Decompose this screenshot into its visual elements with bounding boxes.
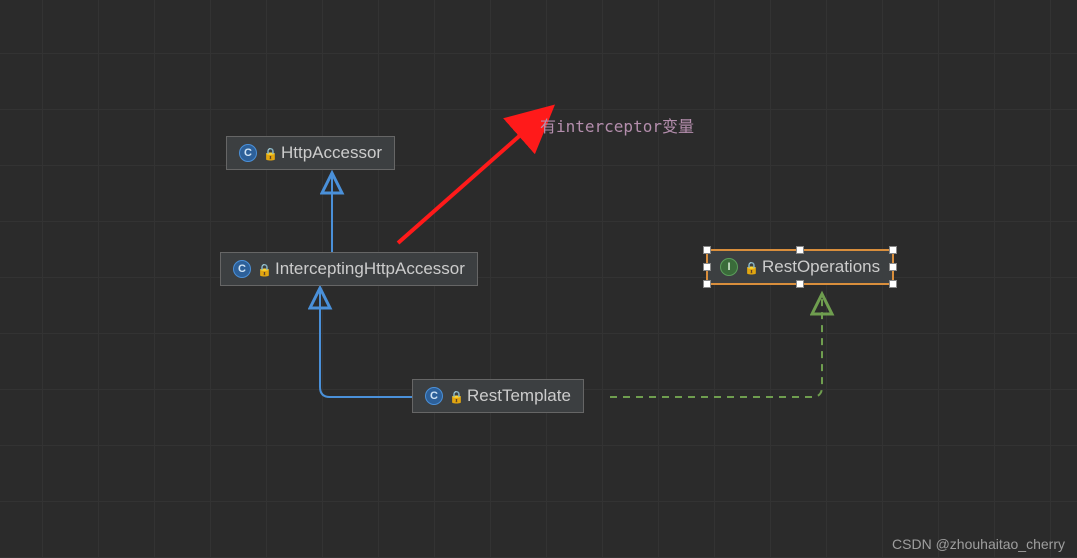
resize-handle-ne[interactable] — [889, 246, 897, 254]
node-label: HttpAccessor — [281, 143, 382, 163]
node-label: InterceptingHttpAccessor — [275, 259, 465, 279]
resize-handle-se[interactable] — [889, 280, 897, 288]
class-icon: C — [239, 144, 257, 162]
node-http-accessor[interactable]: C 🔒 HttpAccessor — [226, 136, 395, 170]
node-intercepting-http-accessor[interactable]: C 🔒 InterceptingHttpAccessor — [220, 252, 478, 286]
resize-handle-w[interactable] — [703, 263, 711, 271]
node-label: RestTemplate — [467, 386, 571, 406]
node-label: RestOperations — [762, 257, 880, 277]
lock-icon: 🔒 — [449, 390, 461, 402]
resize-handle-n[interactable] — [796, 246, 804, 254]
lock-icon: 🔒 — [263, 147, 275, 159]
node-rest-template[interactable]: C 🔒 RestTemplate — [412, 379, 584, 413]
lock-icon: 🔒 — [257, 263, 269, 275]
node-rest-operations[interactable]: I 🔒 RestOperations — [706, 249, 894, 285]
resize-handle-sw[interactable] — [703, 280, 711, 288]
class-icon: C — [233, 260, 251, 278]
lock-icon: 🔒 — [744, 261, 756, 273]
diagram-grid — [0, 0, 1077, 558]
interface-icon: I — [720, 258, 738, 276]
resize-handle-s[interactable] — [796, 280, 804, 288]
annotation-text: 有interceptor变量 — [540, 113, 694, 137]
class-icon: C — [425, 387, 443, 405]
watermark: CSDN @zhouhaitao_cherry — [892, 536, 1065, 552]
resize-handle-nw[interactable] — [703, 246, 711, 254]
resize-handle-e[interactable] — [889, 263, 897, 271]
